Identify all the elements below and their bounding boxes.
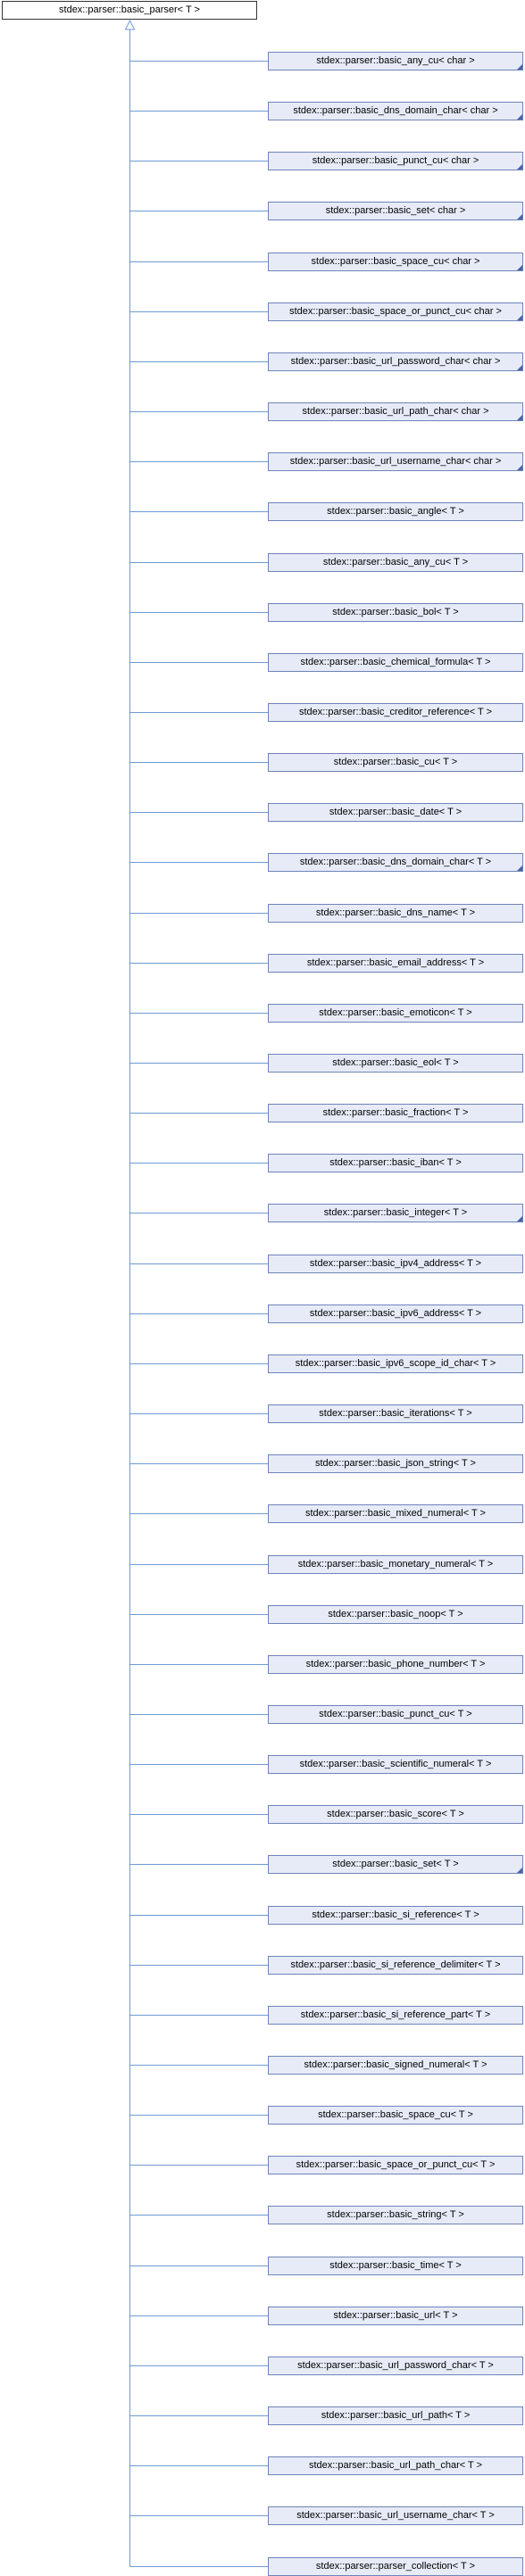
derived-class-node[interactable]: stdex::parser::basic_url_username_char< …	[268, 452, 523, 471]
derived-class-node[interactable]: stdex::parser::basic_signed_numeral< T >	[268, 2056, 523, 2075]
derived-class-node[interactable]: stdex::parser::parser_collection< T >	[268, 2557, 523, 2576]
derived-class-node[interactable]: stdex::parser::basic_url_username_char< …	[268, 2506, 523, 2525]
derived-class-node[interactable]: stdex::parser::basic_url_path< T >	[268, 2406, 523, 2425]
derived-class-node[interactable]: stdex::parser::basic_iban< T >	[268, 1154, 523, 1172]
derived-class-node[interactable]: stdex::parser::basic_ipv4_address< T >	[268, 1255, 523, 1273]
derived-class-node[interactable]: stdex::parser::basic_email_address< T >	[268, 954, 523, 973]
derived-class-node[interactable]: stdex::parser::basic_url_password_char< …	[268, 352, 523, 371]
derived-class-node[interactable]: stdex::parser::basic_emoticon< T >	[268, 1004, 523, 1023]
derived-class-node[interactable]: stdex::parser::basic_phone_number< T >	[268, 1655, 523, 1674]
derived-class-node[interactable]: stdex::parser::basic_set< char >	[268, 202, 523, 220]
derived-class-node[interactable]: stdex::parser::basic_ipv6_scope_id_char<…	[268, 1354, 523, 1373]
derived-class-node[interactable]: stdex::parser::basic_json_string< T >	[268, 1454, 523, 1473]
derived-class-node[interactable]: stdex::parser::basic_integer< T >	[268, 1204, 523, 1222]
derived-class-node[interactable]: stdex::parser::basic_dns_name< T >	[268, 904, 523, 923]
derived-class-node[interactable]: stdex::parser::basic_si_reference_part< …	[268, 2006, 523, 2025]
inheritance-arrowhead	[124, 19, 136, 30]
derived-class-node[interactable]: stdex::parser::basic_url_path_char< char…	[268, 402, 523, 421]
derived-class-node[interactable]: stdex::parser::basic_ipv6_address< T >	[268, 1305, 523, 1323]
derived-class-node[interactable]: stdex::parser::basic_eol< T >	[268, 1054, 523, 1073]
derived-class-node[interactable]: stdex::parser::basic_punct_cu< char >	[268, 152, 523, 170]
derived-class-node[interactable]: stdex::parser::basic_url_path_char< T >	[268, 2456, 523, 2475]
root-class-node[interactable]: stdex::parser::basic_parser< T >	[2, 1, 257, 20]
derived-class-node[interactable]: stdex::parser::basic_si_reference_delimi…	[268, 1956, 523, 1975]
derived-class-node[interactable]: stdex::parser::basic_string< T >	[268, 2206, 523, 2224]
derived-class-node[interactable]: stdex::parser::basic_si_reference< T >	[268, 1906, 523, 1925]
derived-class-node[interactable]: stdex::parser::basic_mixed_numeral< T >	[268, 1504, 523, 1523]
derived-class-node[interactable]: stdex::parser::basic_any_cu< char >	[268, 52, 523, 70]
derived-class-node[interactable]: stdex::parser::basic_angle< T >	[268, 502, 523, 521]
derived-class-node[interactable]: stdex::parser::basic_score< T >	[268, 1805, 523, 1824]
inheritance-edges	[124, 19, 268, 2567]
derived-class-node[interactable]: stdex::parser::basic_chemical_formula< T…	[268, 653, 523, 672]
derived-class-node[interactable]: stdex::parser::basic_punct_cu< T >	[268, 1705, 523, 1724]
derived-class-node[interactable]: stdex::parser::basic_iterations< T >	[268, 1404, 523, 1423]
derived-class-node[interactable]: stdex::parser::basic_space_cu< T >	[268, 2106, 523, 2125]
derived-class-node[interactable]: stdex::parser::basic_cu< T >	[268, 753, 523, 772]
derived-class-node[interactable]: stdex::parser::basic_noop< T >	[268, 1605, 523, 1624]
derived-class-node[interactable]: stdex::parser::basic_scientific_numeral<…	[268, 1755, 523, 1774]
derived-class-node[interactable]: stdex::parser::basic_set< T >	[268, 1855, 523, 1874]
derived-class-node[interactable]: stdex::parser::basic_time< T >	[268, 2257, 523, 2275]
derived-class-node[interactable]: stdex::parser::basic_space_or_punct_cu< …	[268, 2156, 523, 2174]
derived-class-node[interactable]: stdex::parser::basic_date< T >	[268, 803, 523, 822]
derived-class-node[interactable]: stdex::parser::basic_space_or_punct_cu< …	[268, 302, 523, 321]
derived-class-node[interactable]: stdex::parser::basic_monetary_numeral< T…	[268, 1555, 523, 1574]
derived-class-node[interactable]: stdex::parser::basic_creditor_reference<…	[268, 703, 523, 722]
derived-class-node[interactable]: stdex::parser::basic_dns_domain_char< ch…	[268, 102, 523, 120]
derived-class-node[interactable]: stdex::parser::basic_fraction< T >	[268, 1104, 523, 1122]
derived-class-node[interactable]: stdex::parser::basic_url_password_char< …	[268, 2357, 523, 2375]
derived-class-node[interactable]: stdex::parser::basic_bol< T >	[268, 603, 523, 622]
derived-class-node[interactable]: stdex::parser::basic_dns_domain_char< T …	[268, 853, 523, 872]
derived-class-node[interactable]: stdex::parser::basic_space_cu< char >	[268, 253, 523, 271]
derived-class-node[interactable]: stdex::parser::basic_url< T >	[268, 2307, 523, 2325]
derived-class-node[interactable]: stdex::parser::basic_any_cu< T >	[268, 553, 523, 572]
